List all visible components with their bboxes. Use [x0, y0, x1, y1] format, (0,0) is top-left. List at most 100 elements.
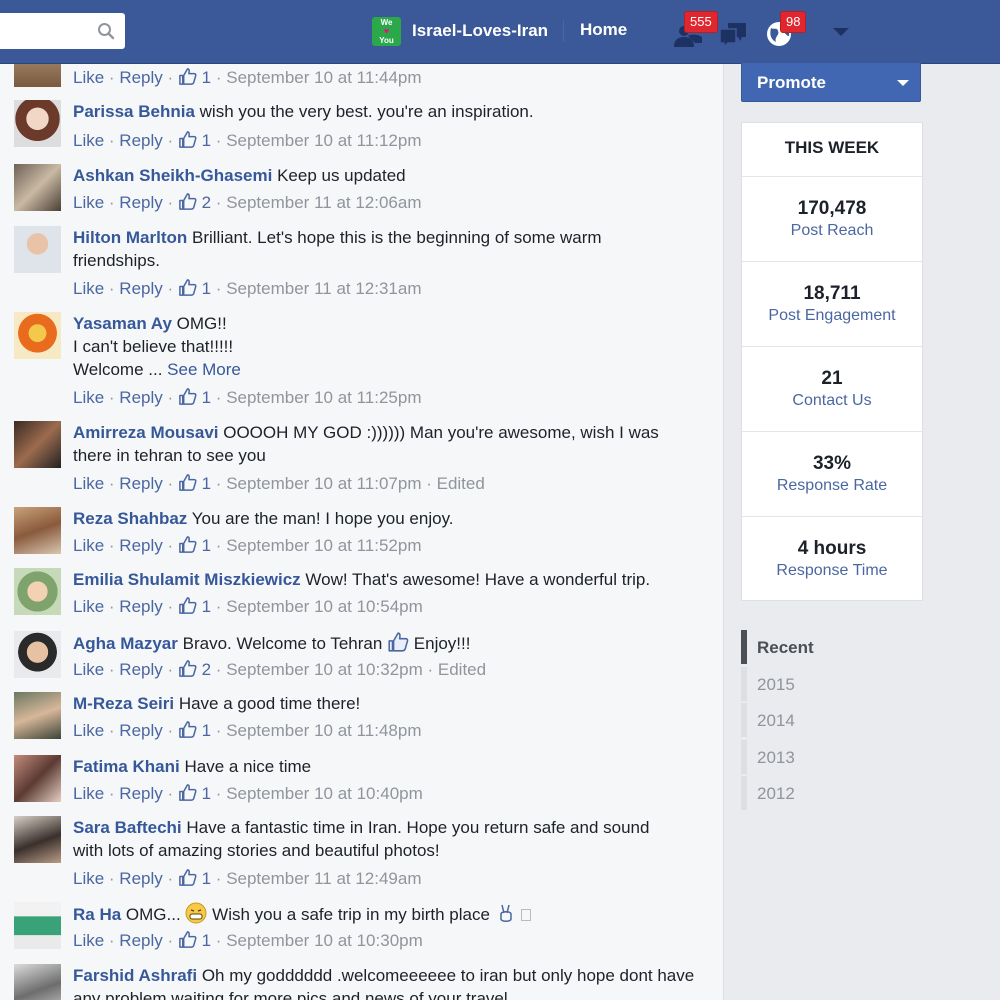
edited-label[interactable]: Edited [438, 660, 486, 679]
notifications-button[interactable]: 98 [764, 11, 807, 49]
avatar[interactable] [14, 421, 61, 468]
timestamp[interactable]: September 10 at 11:52pm [226, 536, 421, 555]
stat-post-engagement[interactable]: 18,711 Post Engagement [742, 262, 922, 347]
timestamp[interactable]: September 10 at 10:32pm [226, 660, 423, 679]
stat-contact-us[interactable]: 21 Contact Us [742, 347, 922, 432]
timeline-item-recent[interactable]: Recent [741, 630, 921, 667]
like-link[interactable]: Like [73, 388, 104, 407]
avatar[interactable] [14, 816, 61, 863]
like-count[interactable]: 1 [202, 784, 211, 803]
reply-link[interactable]: Reply [119, 721, 162, 740]
reply-link[interactable]: Reply [119, 536, 162, 555]
timestamp[interactable]: September 10 at 11:48pm [226, 721, 421, 740]
page-link[interactable]: We ♥ You Israel-Loves-Iran [372, 15, 548, 47]
timestamp[interactable]: September 11 at 12:06am [226, 193, 421, 212]
like-link[interactable]: Like [73, 784, 104, 803]
avatar[interactable] [14, 568, 61, 615]
like-link[interactable]: Like [73, 474, 104, 493]
timestamp[interactable]: September 10 at 11:44pm [226, 68, 421, 87]
comment-author[interactable]: Fatima Khani [73, 757, 180, 776]
search-icon[interactable] [97, 22, 115, 40]
avatar[interactable] [14, 631, 61, 678]
timestamp[interactable]: September 10 at 11:07pm [226, 474, 421, 493]
like-count[interactable]: 1 [202, 931, 211, 950]
avatar[interactable] [14, 964, 61, 1000]
comment-author[interactable]: Farshid Ashrafi [73, 966, 197, 985]
reply-link[interactable]: Reply [119, 68, 162, 87]
timeline-item-2013[interactable]: 2013 [741, 739, 921, 777]
avatar[interactable] [14, 164, 61, 211]
search-input[interactable] [0, 13, 125, 49]
timestamp[interactable]: September 10 at 11:25pm [226, 388, 421, 407]
like-link[interactable]: Like [73, 68, 104, 87]
like-link[interactable]: Like [73, 131, 104, 150]
timestamp[interactable]: September 10 at 10:54pm [226, 597, 423, 616]
stat-response-time[interactable]: 4 hours Response Time [742, 517, 922, 602]
reply-link[interactable]: Reply [119, 193, 162, 212]
avatar[interactable] [14, 755, 61, 802]
like-count[interactable]: 1 [202, 474, 211, 493]
timestamp[interactable]: September 10 at 10:40pm [226, 784, 423, 803]
like-count[interactable]: 2 [202, 660, 211, 679]
account-dropdown-arrow[interactable] [833, 28, 849, 36]
comment-author[interactable]: Emilia Shulamit Miszkiewicz [73, 570, 301, 589]
timestamp[interactable]: September 10 at 10:30pm [226, 931, 423, 950]
timestamp[interactable]: September 11 at 12:31am [226, 279, 421, 298]
like-link[interactable]: Like [73, 193, 104, 212]
avatar[interactable] [14, 312, 61, 359]
like-count[interactable]: 1 [202, 279, 211, 298]
comment-author[interactable]: Hilton Marlton [73, 228, 187, 247]
edited-label[interactable]: Edited [437, 474, 485, 493]
comment-author[interactable]: Ra Ha [73, 905, 121, 924]
reply-link[interactable]: Reply [119, 784, 162, 803]
reply-link[interactable]: Reply [119, 869, 162, 888]
stat-post-reach[interactable]: 170,478 Post Reach [742, 177, 922, 262]
reply-link[interactable]: Reply [119, 474, 162, 493]
reply-link[interactable]: Reply [119, 131, 162, 150]
like-count[interactable]: 1 [202, 388, 211, 407]
comment-author[interactable]: Parissa Behnia [73, 102, 195, 121]
timeline-item-2012[interactable]: 2012 [741, 776, 921, 813]
comment-author[interactable]: M-Reza Seiri [73, 694, 174, 713]
avatar[interactable] [14, 226, 61, 273]
reply-link[interactable]: Reply [119, 279, 162, 298]
avatar[interactable] [14, 692, 61, 739]
like-link[interactable]: Like [73, 931, 104, 950]
avatar[interactable] [14, 507, 61, 554]
like-count[interactable]: 1 [202, 597, 211, 616]
reply-link[interactable]: Reply [119, 597, 162, 616]
like-link[interactable]: Like [73, 597, 104, 616]
stat-label[interactable]: Response Time [742, 560, 922, 582]
like-count[interactable]: 1 [202, 536, 211, 555]
avatar[interactable] [14, 100, 61, 147]
comment-author[interactable]: Agha Mazyar [73, 634, 178, 653]
stat-label[interactable]: Response Rate [742, 475, 922, 497]
like-link[interactable]: Like [73, 721, 104, 740]
home-link[interactable]: Home [580, 20, 627, 40]
messages-button[interactable] [716, 17, 750, 49]
stat-label[interactable]: Contact Us [742, 390, 922, 412]
like-count[interactable]: 1 [202, 721, 211, 740]
reply-link[interactable]: Reply [119, 660, 162, 679]
timeline-item-2015[interactable]: 2015 [741, 666, 921, 704]
like-link[interactable]: Like [73, 869, 104, 888]
stat-response-rate[interactable]: 33% Response Rate [742, 432, 922, 517]
avatar[interactable] [14, 64, 61, 87]
reply-link[interactable]: Reply [119, 931, 162, 950]
promote-button[interactable]: Promote [741, 62, 921, 102]
like-link[interactable]: Like [73, 279, 104, 298]
friend-requests-button[interactable]: 555 [672, 11, 718, 49]
like-link[interactable]: Like [73, 660, 104, 679]
stat-label[interactable]: Post Engagement [742, 305, 922, 327]
avatar[interactable] [14, 902, 61, 949]
comment-author[interactable]: Yasaman Ay [73, 314, 172, 333]
comment-author[interactable]: Reza Shahbaz [73, 509, 187, 528]
see-more-link[interactable]: See More [167, 360, 241, 379]
reply-link[interactable]: Reply [119, 388, 162, 407]
like-count[interactable]: 1 [202, 68, 211, 87]
like-link[interactable]: Like [73, 536, 104, 555]
comment-author[interactable]: Sara Baftechi [73, 818, 182, 837]
comment-author[interactable]: Amirreza Mousavi [73, 423, 219, 442]
like-count[interactable]: 1 [202, 869, 211, 888]
stat-label[interactable]: Post Reach [742, 220, 922, 242]
